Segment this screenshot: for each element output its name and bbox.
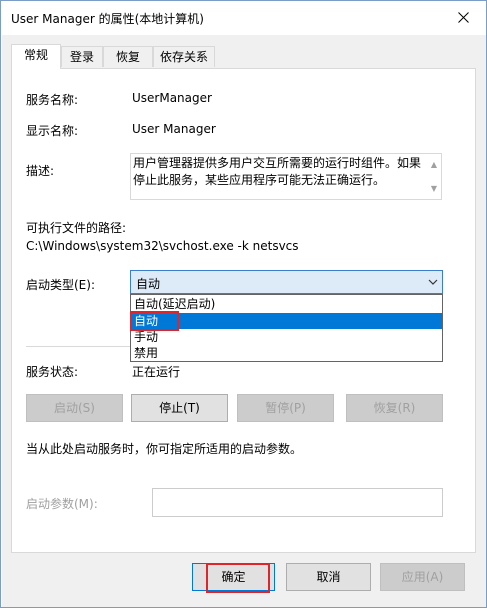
status-label: 服务状态: — [26, 365, 79, 379]
description-label: 描述: — [26, 164, 55, 178]
startup-type-label: 启动类型(E): — [26, 278, 95, 292]
chevron-down-icon — [428, 276, 438, 290]
pause-button[interactable]: 暂停(P) — [237, 394, 334, 422]
cancel-button[interactable]: 取消 — [286, 563, 371, 591]
close-icon — [457, 11, 469, 23]
startup-option-auto-delayed[interactable]: 自动(延迟启动) — [131, 296, 442, 312]
display-name-value: User Manager — [132, 122, 216, 136]
scroll-up-icon[interactable]: ▲ — [429, 156, 439, 173]
description-text: 用户管理器提供多用户交互所需要的运行时组件。如果停止此服务，某些应用程序可能无法… — [133, 156, 422, 187]
resume-button[interactable]: 恢复(R) — [346, 394, 443, 422]
start-button[interactable]: 启动(S) — [26, 394, 123, 422]
startup-option-manual[interactable]: 手动 — [131, 329, 442, 345]
tab-recovery[interactable]: 恢复 — [103, 46, 153, 67]
params-hint: 当从此处启动服务时，你可指定所适用的启动参数。 — [26, 442, 303, 456]
annotation-highlight-auto — [130, 311, 179, 331]
service-name-value: UserManager — [132, 91, 212, 105]
apply-button[interactable]: 应用(A) — [380, 563, 465, 591]
annotation-highlight-ok — [206, 563, 270, 593]
description-box[interactable]: 用户管理器提供多用户交互所需要的运行时组件。如果停止此服务，某些应用程序可能无法… — [130, 153, 442, 200]
title-bar[interactable]: User Manager 的属性(本地计算机) — [1, 1, 486, 35]
status-value: 正在运行 — [132, 365, 181, 379]
exe-path-label: 可执行文件的路径: — [26, 221, 127, 235]
startup-type-select[interactable]: 自动 — [130, 270, 443, 294]
window-title: User Manager 的属性(本地计算机) — [11, 12, 204, 26]
tab-general[interactable]: 常规 — [11, 44, 61, 69]
startup-option-disabled[interactable]: 禁用 — [131, 345, 442, 361]
tab-dependencies[interactable]: 依存关系 — [153, 46, 215, 67]
params-label: 启动参数(M): — [26, 497, 98, 511]
close-button[interactable] — [440, 1, 486, 33]
scroll-down-icon[interactable]: ▼ — [429, 180, 439, 197]
tab-logon[interactable]: 登录 — [61, 46, 103, 67]
start-params-input[interactable] — [152, 488, 443, 517]
service-name-label: 服务名称: — [26, 93, 79, 107]
startup-type-value: 自动 — [136, 277, 161, 291]
display-name-label: 显示名称: — [26, 124, 79, 138]
section-divider — [26, 346, 130, 347]
exe-path-value: C:\Windows\system32\svchost.exe -k netsv… — [26, 239, 299, 253]
stop-button[interactable]: 停止(T) — [131, 394, 228, 422]
